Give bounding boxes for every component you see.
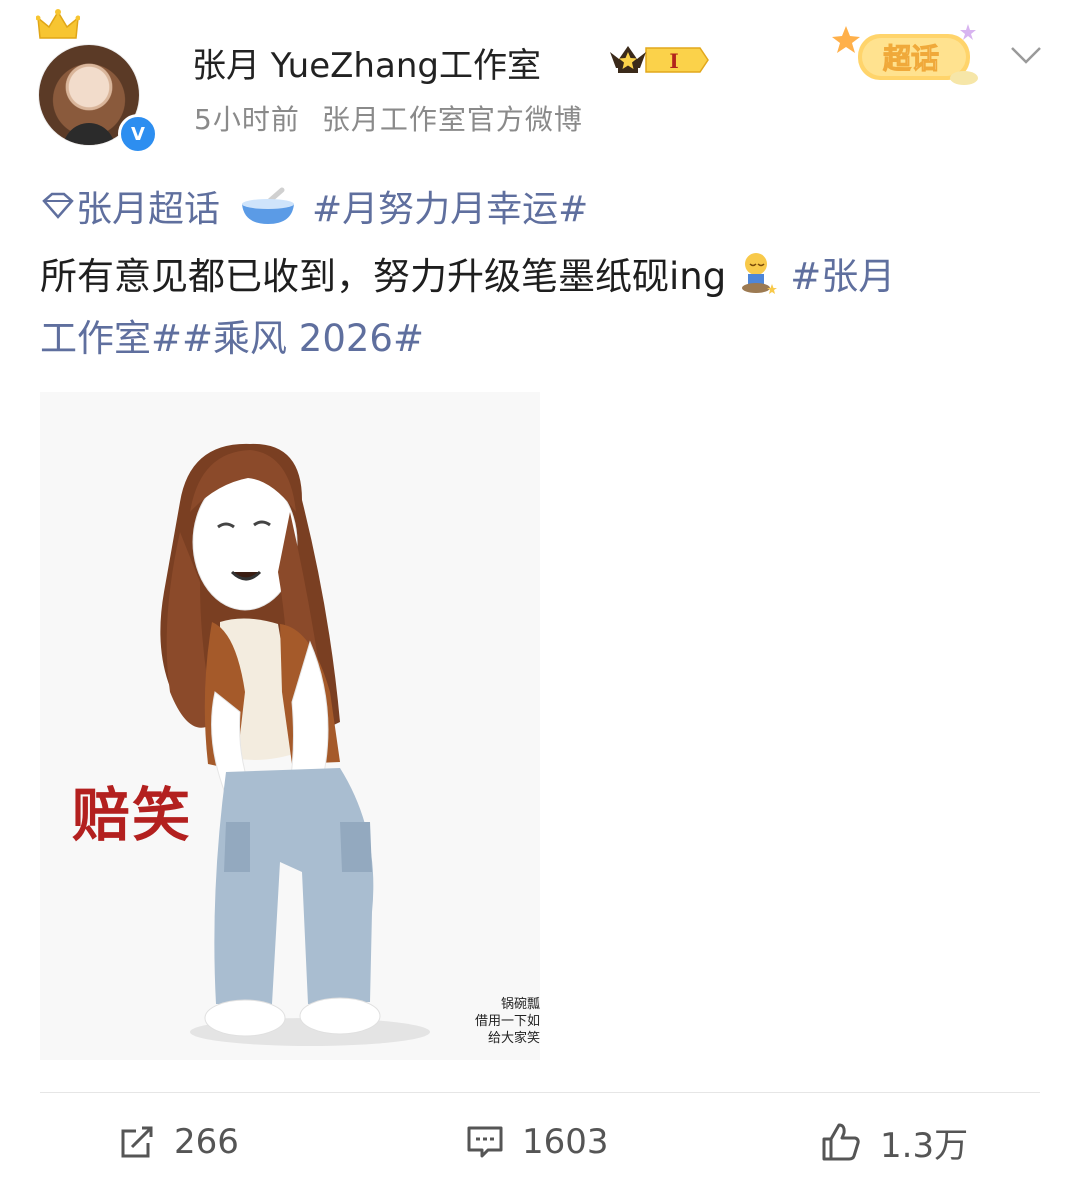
post-text-line2: 工作室##乘风 2026# bbox=[40, 308, 424, 362]
post-time: 5小时前 bbox=[194, 103, 300, 136]
image-caption: 赔笑 bbox=[72, 781, 193, 849]
comment-button[interactable]: 1603 bbox=[466, 1118, 609, 1166]
comment-count: 1603 bbox=[522, 1122, 609, 1162]
hashtag-link[interactable]: #月努力月幸运# bbox=[312, 180, 588, 232]
chevron-down-icon[interactable] bbox=[1008, 40, 1044, 68]
supertopic-badge-icon[interactable]: 超话 bbox=[826, 20, 991, 90]
diamond-icon bbox=[42, 192, 74, 219]
comment-icon bbox=[467, 1126, 503, 1158]
watermark-line: 借用一下如 bbox=[474, 1014, 540, 1029]
like-count: 1.3万 bbox=[880, 1125, 969, 1166]
watermark-line: 给大家笑 bbox=[487, 1031, 540, 1046]
bowl-emoji-icon bbox=[242, 187, 295, 224]
repost-button[interactable]: 266 bbox=[118, 1118, 239, 1166]
divider bbox=[40, 1092, 1040, 1093]
level-badge-icon[interactable]: I bbox=[606, 42, 710, 78]
verified-icon: V bbox=[118, 114, 158, 154]
watermark-line: 锅碗瓢 bbox=[500, 997, 540, 1012]
post-source: 张月工作室官方微博 bbox=[321, 103, 583, 136]
sitting-emoji-icon bbox=[742, 253, 778, 294]
post-text: 所有意见都已收到，努力升级笔墨纸砚ing #张月 bbox=[40, 246, 895, 300]
crown-icon bbox=[36, 9, 80, 39]
hashtag-link[interactable]: 工作室# bbox=[40, 317, 182, 360]
svg-text:超话: 超话 bbox=[883, 42, 939, 75]
post-text-main: 所有意见都已收到，努力升级笔墨纸砚ing bbox=[40, 255, 727, 298]
image-watermark: 锅碗瓢 借用一下如 给大家笑 bbox=[475, 996, 540, 1047]
svg-text:I: I bbox=[669, 49, 678, 73]
like-icon bbox=[822, 1123, 860, 1161]
topic-line: 张月超话 #月努力月幸运# bbox=[40, 180, 588, 232]
like-button[interactable]: 1.3万 bbox=[820, 1118, 968, 1166]
character-illustration bbox=[40, 392, 540, 1060]
repost-icon bbox=[121, 1126, 153, 1158]
hashtag-link[interactable]: #张月 bbox=[790, 246, 895, 300]
hashtag-link[interactable]: #乘风 2026# bbox=[182, 317, 424, 360]
supertopic-link[interactable]: 张月超话 bbox=[76, 180, 220, 232]
repost-count: 266 bbox=[174, 1122, 239, 1162]
post-image[interactable]: 赔笑 锅碗瓢 借用一下如 给大家笑 bbox=[40, 392, 540, 1060]
username[interactable]: 张月 YueZhang工作室 bbox=[192, 38, 541, 87]
post-meta: 5小时前 张月工作室官方微博 bbox=[194, 98, 583, 138]
